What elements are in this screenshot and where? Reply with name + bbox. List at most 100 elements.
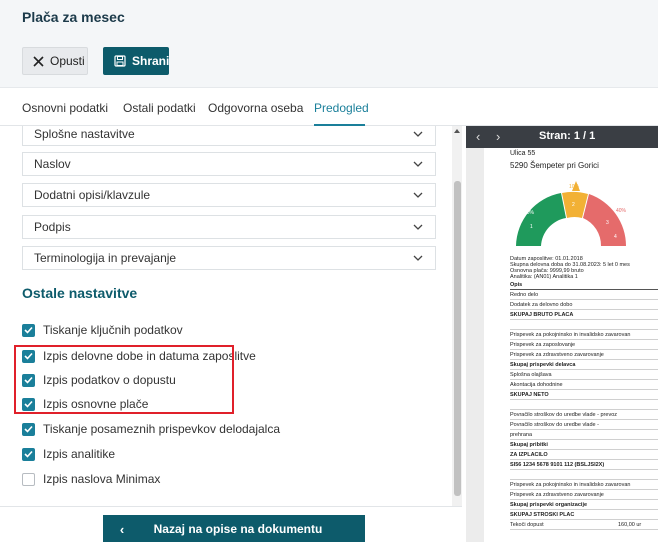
doc-table-row: Skupaj pribitki — [510, 442, 658, 450]
doc-row-text: Skupaj prispevki delavca — [510, 362, 576, 368]
chevron-down-icon — [413, 161, 423, 167]
doc-row-text: Prispevek za pokojninsko in invalidsko z… — [510, 482, 631, 488]
doc-row-text: Skupaj prispevki organizacije — [510, 502, 588, 508]
doc-row-text: Skupaj pribitki — [510, 442, 548, 448]
settings-panel: Splošne nastavitve Naslov Dodatni opisi/… — [0, 126, 452, 506]
accordion-label: Splošne nastavitve — [34, 127, 135, 141]
doc-row-text: Prispevek za zdravstveno zavarovanje — [510, 352, 604, 358]
option-analitika[interactable]: Izpis analitike — [22, 446, 115, 462]
option-label: Izpis naslova Minimax — [43, 472, 161, 486]
doc-row-text: Dodatek za delovno dobo — [510, 302, 573, 308]
doc-table-row: Skupaj prispevki delavca — [510, 362, 658, 370]
tab-osnovni-podatki[interactable]: Osnovni podatki — [22, 101, 108, 115]
toolbar: Opusti Shrani — [0, 36, 658, 88]
prev-page-icon[interactable]: ‹ — [476, 129, 480, 144]
chevron-down-icon — [413, 192, 423, 198]
doc-table-row: Prispevek za zdravstveno zavarovanje — [510, 352, 658, 360]
doc-table-row: Redno delo — [510, 292, 658, 300]
doc-table-row: Tekoči dopust 160,00 ur — [510, 522, 658, 530]
gauge-right-label: 40% — [616, 208, 627, 214]
tab-ostali-podatki[interactable]: Ostali podatki — [123, 101, 196, 115]
checkbox[interactable] — [22, 447, 35, 461]
gauge-left-label: 50% — [524, 210, 535, 216]
doc-table-row: SKUPAJ NETO — [510, 392, 658, 400]
option-label: Izpis analitike — [43, 447, 116, 461]
doc-table-row: Splošna olajšava — [510, 372, 658, 380]
option-prispevki-delodajalca[interactable]: Tiskanje posameznih prispevkov delodajal… — [22, 421, 280, 437]
doc-table-row: Prispevek za zaposlovanje — [510, 342, 658, 350]
tab-predogled[interactable]: Predogled — [314, 101, 369, 115]
checkbox[interactable] — [22, 422, 35, 436]
back-to-descriptions-button[interactable]: ‹ Nazaj na opise na dokumentu — [103, 515, 365, 542]
doc-table-row: Povračilo stroškov do uredbe vlade - — [510, 422, 658, 430]
floppy-disk-icon — [114, 54, 126, 68]
scrollbar-thumb[interactable] — [454, 181, 461, 496]
close-icon — [33, 54, 44, 68]
doc-table-row: Opis — [510, 282, 658, 290]
doc-row-value: 160,00 ur — [618, 522, 642, 528]
checkbox[interactable] — [22, 472, 35, 486]
doc-row-text: prehrana — [510, 432, 533, 438]
accordion-dodatni-opisi[interactable]: Dodatni opisi/klavzule — [22, 183, 436, 207]
checkmark-icon — [24, 425, 33, 433]
accordion-label: Podpis — [34, 220, 71, 234]
next-page-icon[interactable]: › — [496, 129, 500, 144]
tab-odgovorna-oseba[interactable]: Odgovorna oseba — [208, 101, 303, 115]
doc-row-text: Prispevek za zdravstveno zavarovanje — [510, 492, 604, 498]
gauge-segment-d: 4 — [614, 234, 617, 240]
preview-toolbar: ‹ › Stran: 1 / 1 — [466, 126, 658, 148]
accordion-label: Naslov — [34, 157, 71, 171]
doc-row-text: Prispevek za pokojninsko in invalidsko z… — [510, 332, 631, 338]
option-naslov-minimax[interactable]: Izpis naslova Minimax — [22, 471, 160, 487]
doc-row-text: Akontacija dohodnine — [510, 382, 563, 388]
gauge-segment-c: 3 — [606, 220, 609, 226]
doc-table-row: Prispevek za zdravstveno zavarovanje — [510, 492, 658, 500]
doc-table-row — [510, 472, 658, 480]
gauge-segment-b: 2 — [572, 202, 575, 208]
accordion-naslov[interactable]: Naslov — [22, 152, 436, 176]
doc-table-row: Akontacija dohodnine — [510, 382, 658, 390]
checkbox[interactable] — [22, 323, 35, 337]
doc-table-row: Dodatek za delovno dobo — [510, 302, 658, 310]
chevron-down-icon — [413, 131, 423, 137]
option-label: Tiskanje posameznih prispevkov delodajal… — [43, 422, 281, 436]
scroll-up-arrow-icon[interactable] — [453, 127, 461, 135]
option-kljucni-podatki[interactable]: Tiskanje ključnih podatkov — [22, 322, 183, 338]
accordion-splosne-nastavitve[interactable]: Splošne nastavitve — [22, 126, 436, 146]
doc-row-text: SKUPAJ NETO — [510, 392, 549, 398]
page-indicator: Stran: 1 / 1 — [539, 130, 596, 142]
doc-gauge: 50% 10% 40% 1 2 3 4 — [516, 181, 627, 246]
doc-city: 5290 Šempeter pri Gorici — [510, 161, 599, 170]
chevron-down-icon — [413, 255, 423, 261]
highlight-box — [14, 345, 234, 414]
page-header: Plača za mesec — [0, 0, 658, 36]
option-label: Tiskanje ključnih podatkov — [43, 323, 183, 337]
page-title: Plača za mesec — [22, 9, 125, 25]
doc-table-row: SKUPAJ BRUTO PLAČA — [510, 312, 658, 320]
cancel-button[interactable]: Opusti — [22, 47, 88, 75]
accordion-label: Dodatni opisi/klavzule — [34, 188, 151, 202]
doc-info-line: Analitika: (AN01) Analitika 1 — [510, 274, 578, 280]
doc-row-text: Povračilo stroškov do uredbe vlade - pre… — [510, 412, 617, 418]
doc-table-row: prehrana — [510, 432, 658, 440]
checkmark-icon — [24, 450, 33, 458]
section-title: Ostale nastavitve — [22, 285, 138, 301]
doc-row-text: Tekoči dopust — [510, 522, 544, 528]
doc-table-row: Povračilo stroškov do uredbe vlade - pre… — [510, 412, 658, 420]
accordion-podpis[interactable]: Podpis — [22, 215, 436, 239]
gauge-segment-a: 1 — [530, 224, 533, 230]
doc-row-text: SKUPAJ BRUTO PLAČA — [510, 312, 574, 318]
accordion-terminologija[interactable]: Terminologija in prevajanje — [22, 246, 436, 270]
doc-table-row: SI56 1234 5678 9101 112 (BSLJSI2X) — [510, 462, 658, 470]
doc-row-text: Prispevek za zaposlovanje — [510, 342, 576, 348]
save-button[interactable]: Shrani — [103, 47, 169, 75]
doc-table-row: ZA IZPLAČILO — [510, 452, 658, 460]
doc-table-row: Skupaj prispevki organizacije — [510, 502, 658, 510]
cancel-label: Opusti — [50, 54, 85, 68]
doc-row-text: ZA IZPLAČILO — [510, 452, 548, 458]
chevron-down-icon — [413, 224, 423, 230]
doc-row-text: Povračilo stroškov do uredbe vlade - — [510, 422, 599, 428]
save-label: Shrani — [132, 54, 170, 68]
document-preview[interactable]: Ulica 55 5290 Šempeter pri Gorici 50% 10… — [484, 148, 658, 542]
doc-street: Ulica 55 — [510, 150, 536, 157]
